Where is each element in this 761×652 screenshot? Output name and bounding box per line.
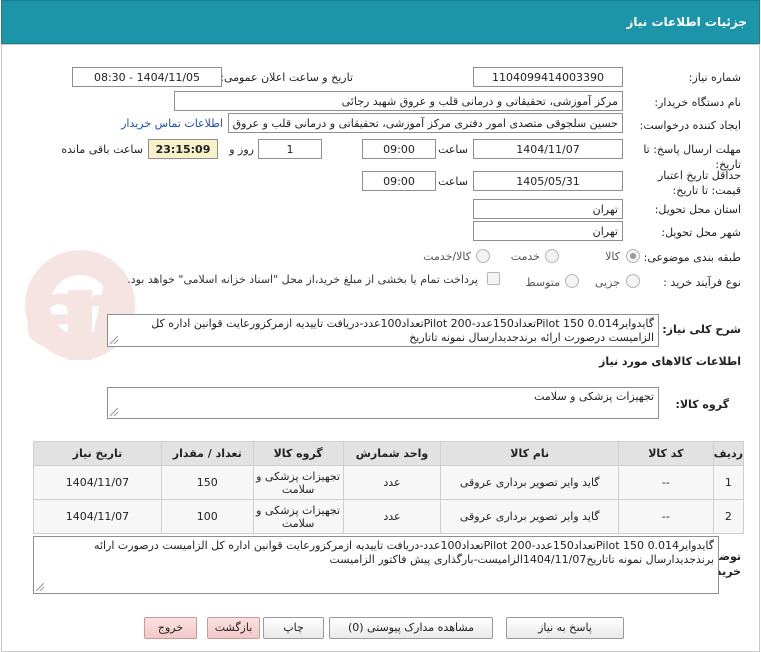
validity-date-field: 1405/05/31 xyxy=(473,171,623,191)
goods-info-title: اطلاعات کالاهای مورد نیاز xyxy=(599,355,741,368)
remaining-label: ساعت باقی مانده xyxy=(61,143,143,156)
page-title: جزئیات اطلاعات نیاز xyxy=(626,15,747,29)
col-qty: تعداد / مقدار xyxy=(160,441,254,466)
process-medium-radio[interactable] xyxy=(565,274,579,288)
province-label: استان محل تحویل: xyxy=(654,203,741,216)
row-date: 1404/11/07 xyxy=(33,465,162,500)
back-button[interactable]: بازگشت xyxy=(207,617,260,639)
items-table: ردیف کد کالا نام کالا واحد شمارش گروه کا… xyxy=(33,441,745,534)
row-code: -- xyxy=(618,499,714,534)
category-both-label: کالا/خدمت xyxy=(423,250,471,263)
row-name: گاید وایر تصویر برداری عروقی xyxy=(440,499,619,534)
col-group: گروه کالا xyxy=(252,441,344,466)
creator-field: حسین سلجوقی متصدی امور دفتری مرکز آموزشی… xyxy=(228,113,623,133)
exit-button[interactable]: خروج xyxy=(144,617,197,639)
goods-group-value: تجهیزات پزشکی و سلامت xyxy=(534,390,654,403)
row-qty: 100 xyxy=(160,499,254,534)
treasury-payment-note: پرداخت تمام یا بخشی از مبلغ خرید،از محل … xyxy=(127,273,478,286)
category-goods-radio[interactable] xyxy=(626,249,640,263)
announce-field: 1404/11/05 - 08:30 xyxy=(72,67,222,87)
category-goods-label: کالا xyxy=(605,250,620,263)
city-field: تهران xyxy=(473,221,623,241)
reply-time-label: ساعت xyxy=(438,143,468,156)
validity-time-field: 09:00 xyxy=(362,171,436,191)
col-index: ردیف xyxy=(712,441,745,466)
need-number-label: شماره نیاز: xyxy=(688,71,741,84)
row-qty: 150 xyxy=(160,465,254,500)
category-service-radio[interactable] xyxy=(545,249,559,263)
buyer-notes-text: گایدوایر0.014 Pilot 150تعداد150عدد-Pilot… xyxy=(94,539,714,566)
table-header-row: ردیف کد کالا نام کالا واحد شمارش گروه کا… xyxy=(33,441,745,466)
row-name: گاید وایر تصویر برداری عروقی xyxy=(440,465,619,500)
description-label: شرح کلی نیاز: xyxy=(662,323,741,336)
row-group: تجهیزات پزشکی و سلامت xyxy=(252,465,344,500)
category-both-radio[interactable] xyxy=(476,249,490,263)
row-code: -- xyxy=(618,465,714,500)
need-number-field: 1104099414003390 xyxy=(473,67,623,87)
process-minor-label: جزیی xyxy=(594,276,620,289)
process-medium-label: متوسط xyxy=(525,276,560,289)
row-index: 2 xyxy=(712,499,745,534)
col-unit: واحد شمارش xyxy=(342,441,442,466)
row-index: 1 xyxy=(712,465,745,500)
buyer-org-field: مرکز آموزشی، تحقیقاتی و درمانی قلب و عرو… xyxy=(174,91,623,111)
reply-date-field: 1404/11/07 xyxy=(473,139,623,159)
goods-group-field: تجهیزات پزشکی و سلامت xyxy=(107,387,659,419)
print-button[interactable]: چاپ xyxy=(263,617,324,639)
validity-time-label: ساعت xyxy=(438,175,468,188)
resize-handle-icon[interactable] xyxy=(110,408,118,416)
province-field: تهران xyxy=(473,199,623,219)
resize-handle-icon[interactable] xyxy=(36,583,44,591)
reply-button[interactable]: پاسخ به نیاز xyxy=(506,617,624,639)
goods-group-label: گروه کالا: xyxy=(675,398,729,411)
col-date: تاریخ نیاز xyxy=(33,441,162,466)
days-label: روز و xyxy=(229,143,254,156)
process-minor-radio[interactable] xyxy=(626,274,640,288)
resize-handle-icon[interactable] xyxy=(110,336,118,344)
row-unit: عدد xyxy=(342,499,442,534)
buyer-contact-link[interactable]: اطلاعات تماس خریدار xyxy=(121,117,223,130)
category-service-label: خدمت xyxy=(510,250,540,263)
description-text: گایدوایر0.014 Pilot 150تعداد150عدد-Pilot… xyxy=(151,317,654,344)
process-label: نوع فرآیند خرید : xyxy=(663,276,741,289)
buyer-notes-textarea: گایدوایر0.014 Pilot 150تعداد150عدد-Pilot… xyxy=(33,536,719,594)
category-label: طبقه بندی موضوعی: xyxy=(643,251,741,264)
col-code: کد کالا xyxy=(618,441,714,466)
row-date: 1404/11/07 xyxy=(33,499,162,534)
description-textarea: گایدوایر0.014 Pilot 150تعداد150عدد-Pilot… xyxy=(107,314,659,347)
table-row[interactable]: 1 -- گاید وایر تصویر برداری عروقی عدد تج… xyxy=(33,465,745,500)
city-label: شهر محل تحویل: xyxy=(661,226,741,239)
view-attachments-button[interactable]: مشاهده مدارک پیوستی (0) xyxy=(329,617,493,639)
treasury-payment-checkbox[interactable] xyxy=(487,272,500,285)
buyer-org-label: نام دستگاه خریدار: xyxy=(654,96,741,109)
col-name: نام کالا xyxy=(440,441,619,466)
row-unit: عدد xyxy=(342,465,442,500)
page-header: جزئیات اطلاعات نیاز xyxy=(1,0,760,44)
countdown-timer: 23:15:09 xyxy=(148,139,218,159)
row-group: تجهیزات پزشکی و سلامت xyxy=(252,499,344,534)
validity-label: حداقل تاریخ اعتبار قیمت: تا تاریخ: xyxy=(657,169,741,197)
reply-time-field: 09:00 xyxy=(362,139,436,159)
table-row[interactable]: 2 -- گاید وایر تصویر برداری عروقی عدد تج… xyxy=(33,499,745,534)
announce-label: تاریخ و ساعت اعلان عمومی: xyxy=(220,71,353,84)
days-remaining-field: 1 xyxy=(258,139,322,159)
creator-label: ایجاد کننده درخواست: xyxy=(639,119,741,132)
